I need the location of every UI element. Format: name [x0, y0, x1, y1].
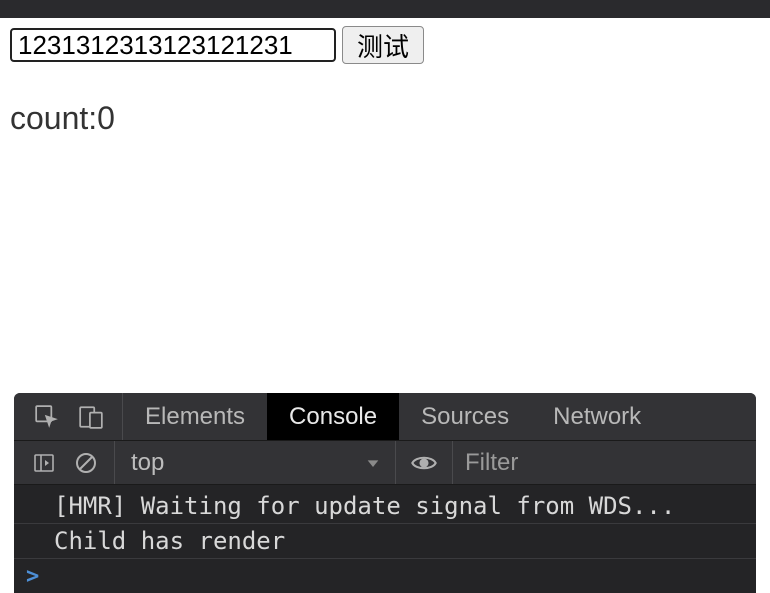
console-line: Child has render — [14, 524, 756, 559]
clear-console-icon[interactable] — [74, 451, 98, 475]
devtools-panel: Elements Console Sources Network top — [14, 393, 756, 593]
devtools-tabs: Elements Console Sources Network — [14, 393, 756, 441]
text-input[interactable] — [10, 28, 336, 62]
device-toggle-icon[interactable] — [78, 404, 104, 430]
count-text: count:0 — [10, 100, 760, 137]
tab-network[interactable]: Network — [531, 393, 663, 440]
page-content: 测试 count:0 — [0, 18, 770, 145]
toolbar-left-group — [14, 441, 115, 484]
browser-chrome-bar — [0, 0, 770, 18]
tab-sources[interactable]: Sources — [399, 393, 531, 440]
console-body: [HMR] Waiting for update signal from WDS… — [14, 485, 756, 593]
devtools-icon-group — [14, 393, 123, 440]
input-row: 测试 — [10, 26, 760, 64]
live-expression-icon[interactable] — [395, 441, 453, 484]
devtools-toolbar: top — [14, 441, 756, 485]
test-button[interactable]: 测试 — [342, 26, 424, 64]
console-line: [HMR] Waiting for update signal from WDS… — [14, 489, 756, 524]
context-label: top — [131, 449, 164, 477]
prompt-chevron-icon: > — [26, 564, 39, 589]
chevron-down-icon — [365, 455, 381, 471]
toggle-sidebar-icon[interactable] — [32, 451, 56, 475]
count-value: 0 — [97, 100, 115, 136]
tab-console[interactable]: Console — [267, 393, 399, 440]
count-label: count: — [10, 100, 97, 136]
console-prompt[interactable]: > — [14, 559, 756, 593]
inspect-icon[interactable] — [34, 404, 60, 430]
tab-elements[interactable]: Elements — [123, 393, 267, 440]
filter-input[interactable] — [465, 449, 756, 477]
filter-wrap — [453, 449, 756, 477]
context-selector[interactable]: top — [115, 449, 395, 477]
